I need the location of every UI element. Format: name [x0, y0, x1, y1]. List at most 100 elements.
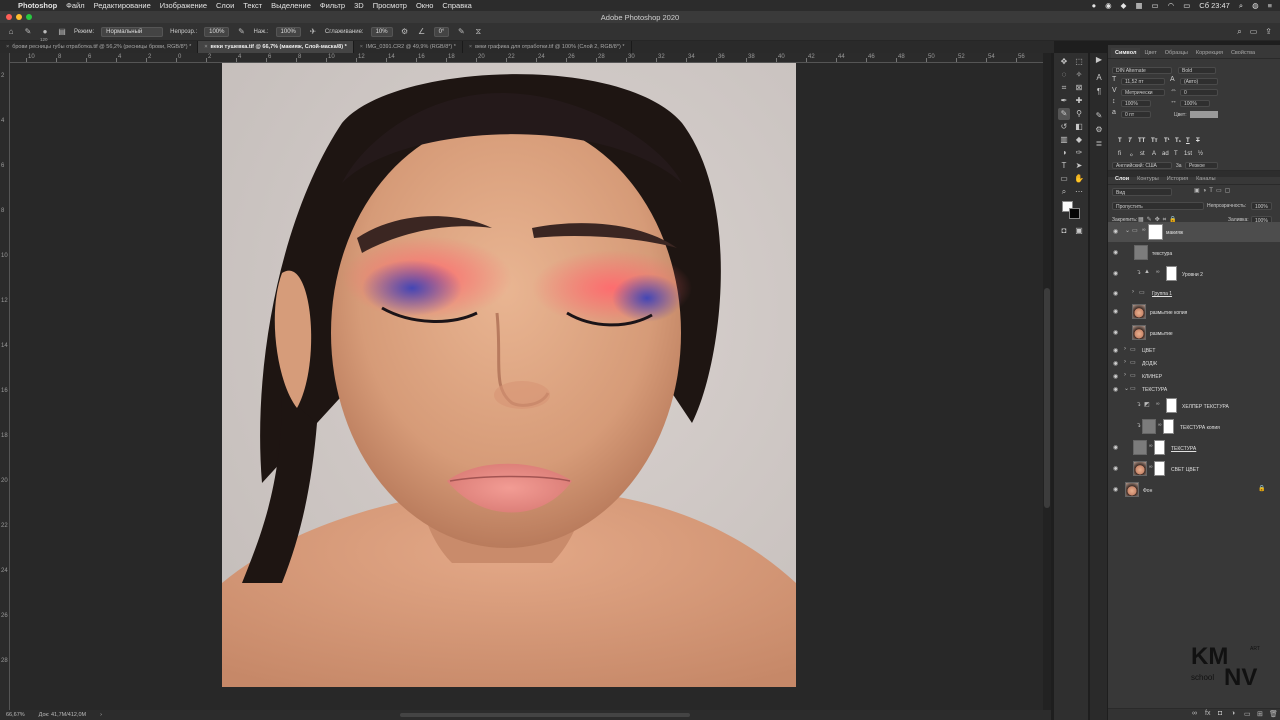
trash-icon[interactable]: 🗑	[1269, 710, 1278, 718]
record-icon[interactable]: ●	[1092, 1, 1097, 10]
close-tab-icon[interactable]: ×	[204, 44, 207, 50]
visibility-eye-icon[interactable]: ◉	[1113, 249, 1118, 256]
tab-adjustments[interactable]: Коррекция	[1192, 48, 1227, 58]
angle-icon[interactable]: ∠	[417, 27, 427, 37]
menu-filter[interactable]: Фильтр	[320, 1, 345, 10]
titling-alternates-button[interactable]: T	[1174, 151, 1178, 157]
search-icon[interactable]: ⌕	[1239, 1, 1243, 11]
tab-channels[interactable]: Каналы	[1192, 174, 1220, 184]
eyedropper-tool-icon[interactable]: ✒	[1058, 95, 1070, 107]
healing-tool-icon[interactable]: ✚	[1073, 95, 1085, 107]
hand-tool-icon[interactable]: ✋	[1073, 173, 1085, 185]
add-mask-icon[interactable]: ◘	[1218, 710, 1222, 717]
layer-row[interactable]: ◉ размытие	[1108, 323, 1280, 343]
vertical-scrollbar[interactable]	[1043, 53, 1051, 710]
ruler-vertical[interactable]: 2 4 6 8 10 12 14 16 18 20 22 24 26 28	[0, 53, 10, 710]
opacity-field[interactable]: 100%	[204, 26, 230, 37]
blur-tool-icon[interactable]: ◆	[1073, 134, 1085, 146]
app-menu[interactable]: Photoshop	[18, 1, 57, 10]
new-layer-icon[interactable]: ⊞	[1257, 710, 1263, 718]
new-group-icon[interactable]: ▭	[1244, 710, 1251, 718]
share-icon[interactable]: ⇪	[1265, 27, 1272, 37]
tab-swatches[interactable]: Образцы	[1161, 48, 1192, 58]
faux-italic-button[interactable]: T	[1128, 138, 1132, 144]
layer-style-icon[interactable]: fx	[1205, 710, 1210, 717]
flow-field[interactable]: 100%	[275, 26, 301, 37]
text-color-swatch[interactable]	[1190, 111, 1218, 118]
layer-filter-icons[interactable]: ▣◑T▭▢	[1194, 187, 1233, 194]
tab-character[interactable]: Символ	[1111, 48, 1141, 58]
visibility-eye-icon[interactable]: ◉	[1113, 290, 1118, 297]
layer-row[interactable]: ◉ › ▭ КЛИНЕР	[1108, 370, 1280, 382]
search-icon[interactable]: ⌕	[1237, 27, 1241, 37]
ruler-horizontal[interactable]: 10 8 6 4 2 0 2 4 6 8 10 12 14 16 18 20 22 24 26 28 30 32 34 36 3…	[10, 53, 1043, 63]
adobe-icon[interactable]: ◆	[1121, 1, 1127, 10]
chain-link-icon[interactable]: ∞	[1156, 269, 1160, 275]
menu-window[interactable]: Окно	[416, 1, 433, 10]
chevron-right-icon[interactable]: ›	[1124, 372, 1126, 378]
close-tab-icon[interactable]: ×	[6, 44, 9, 50]
dodge-tool-icon[interactable]: ◑	[1058, 147, 1070, 159]
layer-row[interactable]: ◉ ↴ ▲ ∞ Уровни 2	[1108, 264, 1280, 284]
stylistic-alternates-button[interactable]: ad	[1162, 151, 1169, 157]
visibility-eye-icon[interactable]: ◉	[1113, 373, 1118, 380]
ligatures-button[interactable]: fi	[1118, 151, 1121, 157]
visibility-eye-icon[interactable]: ◉	[1113, 444, 1118, 451]
lasso-tool-icon[interactable]: ◌	[1058, 69, 1070, 81]
close-tab-icon[interactable]: ×	[469, 44, 472, 50]
doc-size[interactable]: Док: 41,7M/412,0M	[39, 712, 86, 718]
document-image[interactable]	[222, 63, 796, 687]
tab-eyelids-shading[interactable]: × веки тушевка.tif @ 66,7% (макияж, Слой-…	[198, 41, 354, 53]
background-color-swatch[interactable]	[1069, 208, 1080, 219]
chevron-down-icon[interactable]: ⌄	[1125, 227, 1130, 234]
horizontal-scrollbar[interactable]	[400, 713, 690, 717]
chevron-right-icon[interactable]: ›	[1124, 359, 1126, 365]
move-tool-icon[interactable]: ✥	[1058, 56, 1070, 68]
eraser-tool-icon[interactable]: ◧	[1073, 121, 1085, 133]
layer-row[interactable]: ◉ Фон 🔒	[1108, 480, 1280, 500]
tab-color[interactable]: Цвет	[1140, 48, 1160, 58]
pressure-size-icon[interactable]: ✎	[456, 27, 466, 37]
layer-row[interactable]: ◉ › ▭ ДОДЖ	[1108, 357, 1280, 369]
swash-button[interactable]: A	[1152, 151, 1156, 157]
layer-mask-thumbnail[interactable]	[1148, 224, 1163, 240]
tab-paths[interactable]: Контуры	[1133, 174, 1163, 184]
home-icon[interactable]: ⌂	[6, 27, 16, 37]
visibility-eye-icon[interactable]: ◉	[1113, 386, 1118, 393]
wifi-icon[interactable]: ◠	[1168, 1, 1175, 10]
user-icon[interactable]: ◍	[1252, 1, 1259, 10]
layer-mask-thumbnail[interactable]	[1154, 440, 1165, 455]
antialias-dropdown[interactable]: Резкое	[1185, 162, 1218, 169]
paragraph-panel-icon[interactable]: ¶	[1093, 87, 1105, 99]
visibility-eye-icon[interactable]: ◉	[1113, 270, 1118, 277]
smoothing-field[interactable]: 10%	[370, 26, 393, 37]
layer-row[interactable]: ◉ › ▭ ЦВЕТ	[1108, 344, 1280, 356]
small-caps-button[interactable]: Tт	[1151, 138, 1158, 144]
angle-field[interactable]: 0°	[433, 26, 450, 37]
discretionary-ligatures-button[interactable]: st	[1140, 151, 1145, 157]
quick-select-tool-icon[interactable]: ✧	[1073, 69, 1085, 81]
menu-edit[interactable]: Редактирование	[94, 1, 151, 10]
type-tool-icon[interactable]: T	[1058, 160, 1070, 172]
visibility-eye-icon[interactable]: ◉	[1113, 486, 1118, 493]
menu-type[interactable]: Текст	[243, 1, 262, 10]
history-brush-tool-icon[interactable]: ↺	[1058, 121, 1070, 133]
zoom-tool-icon[interactable]: ⌕	[1058, 186, 1070, 198]
layer-row[interactable]: ◉ ∞ СВЕТ ЦВЕТ	[1108, 459, 1280, 479]
visibility-eye-icon[interactable]: ◉	[1113, 360, 1118, 367]
fractions-button[interactable]: ½	[1198, 151, 1203, 157]
tab-img-0391[interactable]: × IMG_0391.CR2 @ 49,9% (RGB/8*) *	[354, 41, 463, 53]
brush-preset-picker[interactable]: ● 120	[40, 27, 50, 42]
language-dropdown[interactable]: Английский: США	[1112, 162, 1172, 169]
chevron-right-icon[interactable]: ›	[1132, 289, 1134, 295]
kerning-field[interactable]: Метрически	[1121, 89, 1165, 96]
chain-link-icon[interactable]: ∞	[1142, 227, 1146, 233]
layer-opacity-field[interactable]: 100%	[1251, 202, 1272, 210]
visibility-eye-icon[interactable]: ◉	[1113, 228, 1118, 235]
subscript-button[interactable]: T₁	[1175, 138, 1181, 144]
menu-file[interactable]: Файл	[66, 1, 84, 10]
ordinals-button[interactable]: 1st	[1184, 151, 1192, 157]
all-caps-button[interactable]: TT	[1138, 138, 1145, 144]
brush-panel-icon[interactable]: ✎	[1093, 111, 1105, 123]
mode-dropdown[interactable]: Нормальный	[101, 26, 164, 37]
